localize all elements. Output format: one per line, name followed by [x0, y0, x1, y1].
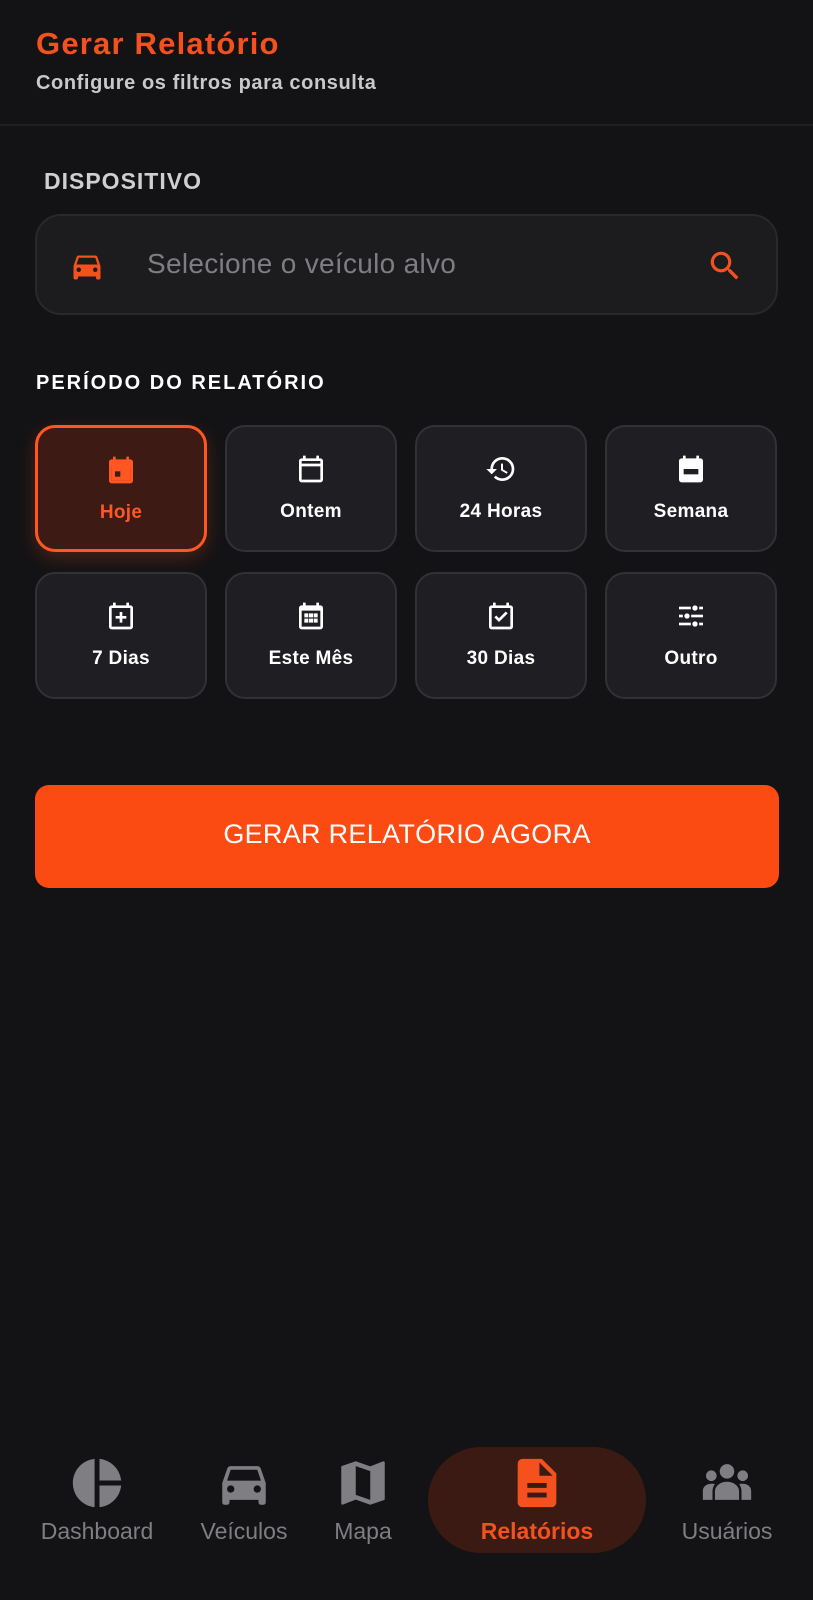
- calendar-check-icon: [489, 602, 513, 630]
- period-option-30-dias[interactable]: 30 Dias: [415, 572, 587, 699]
- period-option-label: Semana: [653, 501, 729, 522]
- vehicle-search-placeholder: Selecione o veículo alvo: [147, 248, 457, 279]
- nav-item-dashboard[interactable]: Dashboard: [28, 1420, 166, 1570]
- period-options-grid: Hoje Ontem 24 Horas Semana 7 Dias Este M…: [35, 425, 779, 699]
- car-icon: [73, 255, 101, 280]
- period-option-label: Hoje: [99, 502, 143, 523]
- nav-item-relatorios[interactable]: Relatórios: [428, 1420, 646, 1570]
- nav-item-mapa[interactable]: Mapa: [318, 1420, 408, 1570]
- bottom-navigation: Dashboard Veículos Mapa Relatórios Usuár…: [0, 1420, 813, 1600]
- period-option-label: 7 Dias: [92, 648, 150, 669]
- period-option-7-dias[interactable]: 7 Dias: [35, 572, 207, 699]
- sliders-icon: [679, 603, 703, 629]
- nav-label: Dashboard: [40, 1518, 154, 1544]
- vehicle-search-field[interactable]: Selecione o veículo alvo: [35, 214, 778, 315]
- period-option-label: 30 Dias: [466, 648, 536, 669]
- period-option-label: Este Mês: [268, 648, 354, 669]
- period-option-ontem[interactable]: Ontem: [225, 425, 397, 552]
- calendar-plus-icon: [109, 602, 133, 630]
- period-section-label: PERÍODO DO RELATÓRIO: [36, 372, 326, 394]
- document-icon: [517, 1458, 557, 1508]
- generate-report-label: GERAR RELATÓRIO AGORA: [223, 819, 591, 849]
- calendar-month-icon: [299, 602, 323, 630]
- page-subtitle: Configure os filtros para consulta: [36, 72, 377, 94]
- calendar-week-icon: [679, 455, 703, 483]
- nav-label: Usuários: [681, 1518, 773, 1544]
- nav-label: Relatórios: [480, 1518, 594, 1544]
- nav-item-veiculos[interactable]: Veículos: [186, 1420, 302, 1570]
- users-icon: [702, 1464, 752, 1500]
- period-option-semana[interactable]: Semana: [605, 425, 777, 552]
- period-option-24-horas[interactable]: 24 Horas: [415, 425, 587, 552]
- report-screen: Gerar Relatório Configure os filtros par…: [0, 0, 813, 1600]
- header: Gerar Relatório Configure os filtros par…: [0, 0, 813, 126]
- period-option-label: Ontem: [280, 501, 342, 522]
- period-option-label: Outro: [664, 648, 718, 669]
- page-title: Gerar Relatório: [36, 26, 280, 61]
- search-icon[interactable]: [706, 247, 744, 285]
- device-section-label: DISPOSITIVO: [44, 168, 202, 194]
- nav-label: Mapa: [334, 1518, 392, 1544]
- period-option-este-mes[interactable]: Este Mês: [225, 572, 397, 699]
- pie-chart-icon: [72, 1458, 122, 1508]
- generate-report-button[interactable]: GERAR RELATÓRIO AGORA: [35, 785, 779, 888]
- period-option-outro[interactable]: Outro: [605, 572, 777, 699]
- car-icon: [222, 1466, 266, 1505]
- calendar-today-icon: [109, 456, 133, 484]
- nav-item-usuarios[interactable]: Usuários: [668, 1420, 786, 1570]
- period-option-hoje[interactable]: Hoje: [35, 425, 207, 552]
- period-option-label: 24 Horas: [459, 501, 543, 522]
- history-icon: [486, 457, 515, 481]
- calendar-outline-icon: [299, 455, 323, 483]
- nav-label: Veículos: [200, 1518, 288, 1544]
- map-icon: [341, 1461, 385, 1505]
